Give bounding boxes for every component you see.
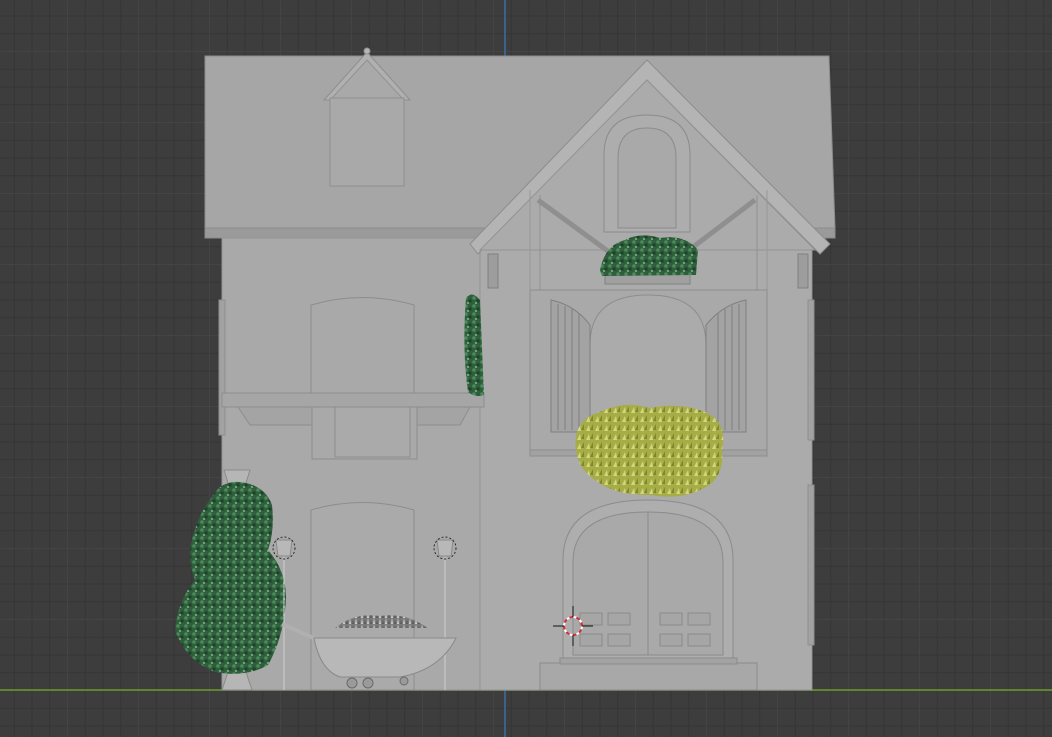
3d-viewport[interactable]	[0, 0, 1052, 737]
shutter-right	[705, 299, 747, 433]
left-corner-trim	[218, 299, 226, 436]
scene-canvas[interactable]	[0, 0, 1052, 737]
shutter-left	[550, 299, 591, 433]
house[interactable]	[204, 47, 836, 691]
attic-window	[603, 114, 691, 233]
right-wall-trim-lower	[807, 484, 815, 646]
cypress-tree[interactable]	[175, 469, 286, 691]
right-wall-trim	[807, 299, 815, 441]
front-door[interactable]	[539, 499, 758, 691]
